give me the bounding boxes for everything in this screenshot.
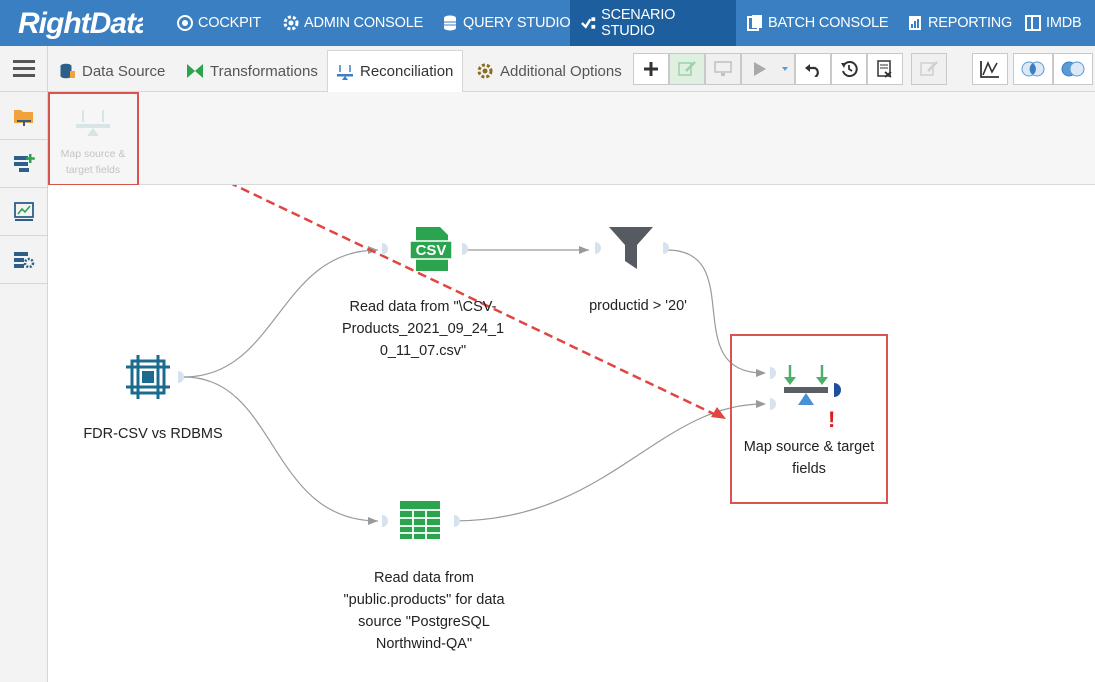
edit-icon: [678, 61, 696, 76]
filter-icon[interactable]: [589, 225, 675, 273]
nav-scenario-studio[interactable]: SCENARIO STUDIO: [570, 0, 736, 46]
component-palette: Map source & target fields: [48, 92, 1095, 185]
node-label-postgres-line: "public.products" for data: [343, 592, 505, 608]
menu-toggle-button[interactable]: [0, 46, 48, 92]
sidebar-open-button[interactable]: [0, 92, 47, 140]
report-icon: [877, 60, 892, 78]
monitor-button[interactable]: [705, 53, 741, 85]
tab-data-source[interactable]: Data Source: [50, 50, 173, 92]
add-table-icon: [13, 153, 35, 172]
left-sidebar: [0, 92, 48, 682]
tab-additional-options-label: Additional Options: [500, 62, 622, 80]
node-label-csv-line: Products_2021_09_24_1: [341, 321, 505, 337]
table-settings-icon: [13, 251, 34, 268]
database-icon: [444, 15, 456, 31]
database-icon: [60, 63, 75, 79]
nav-imdb-label: IMDB: [1046, 15, 1082, 31]
warning-icon: !: [828, 407, 836, 432]
node-label-map-fields: Map source & target fields: [730, 436, 888, 480]
undo-icon: [805, 64, 819, 77]
report-icon: [909, 16, 921, 30]
node-label-postgres-line: Read data from: [374, 570, 474, 586]
play-icon: [754, 62, 788, 76]
nav-reporting-label: REPORTING: [928, 15, 1013, 31]
nav-scenario-studio-label: SCENARIO STUDIO: [601, 7, 676, 39]
add-icon: [644, 62, 658, 76]
add-button[interactable]: [633, 53, 669, 85]
csv-badge: CSV: [416, 242, 447, 259]
flow-node-icon[interactable]: [126, 355, 190, 401]
nav-query-studio[interactable]: QUERY STUDIO: [431, 0, 580, 46]
logo-text: RightData: [18, 7, 143, 40]
scenario-icon: [581, 17, 596, 29]
venn-join-button[interactable]: [1013, 53, 1053, 85]
gear-icon: [477, 63, 493, 79]
node-label-csv: Read data from "\CSV- Products_2021_09_2…: [328, 296, 518, 362]
map-fields-node-icon[interactable]: [764, 363, 854, 433]
tab-reconciliation-label: Reconciliation: [360, 63, 454, 80]
toolbar: Data Source Transformations Reconciliati…: [0, 46, 1095, 92]
run-button[interactable]: [741, 53, 795, 85]
gear-icon: [283, 15, 299, 31]
tab-data-source-label: Data Source: [82, 62, 166, 80]
chart-button[interactable]: [972, 53, 1008, 85]
nav-reporting[interactable]: REPORTING: [896, 0, 1022, 46]
chart-icon: [13, 201, 34, 221]
node-label-fdr: FDR-CSV vs RDBMS: [83, 426, 223, 442]
folder-icon: [13, 109, 33, 126]
edit-icon: [920, 61, 938, 76]
node-label-csv-line: 0_11_07.csv": [379, 343, 467, 359]
node-label-postgres-line: Northwind-QA": [375, 636, 473, 652]
nav-cockpit-label: COCKPIT: [198, 15, 262, 31]
tab-additional-options[interactable]: Additional Options: [468, 50, 630, 92]
nav-imdb[interactable]: IMDB: [1014, 0, 1091, 46]
edit-button[interactable]: [669, 53, 705, 85]
nav-batch-console[interactable]: BATCH CONSOLE: [736, 0, 898, 46]
node-label-map-line: Map source & target: [743, 439, 875, 455]
highlight-box: [48, 92, 139, 186]
monitor-icon: [714, 61, 732, 76]
sidebar-table-settings-button[interactable]: [0, 236, 47, 284]
scale-icon: [337, 64, 353, 80]
report-button[interactable]: [867, 53, 903, 85]
nav-cockpit[interactable]: COCKPIT: [166, 0, 271, 46]
tab-transformations[interactable]: Transformations: [178, 50, 326, 92]
venn-icon: [1061, 61, 1085, 77]
nav-admin-console[interactable]: ADMIN CONSOLE: [272, 0, 433, 46]
csv-file-icon[interactable]: CSV: [378, 227, 468, 273]
venn-diff-button[interactable]: [1053, 53, 1093, 85]
venn-icon: [1021, 61, 1045, 77]
nav-query-studio-label: QUERY STUDIO: [463, 15, 571, 31]
chart-icon: [980, 60, 999, 78]
node-label-postgres: Read data from "public.products" for dat…: [318, 567, 530, 655]
sidebar-chart-button[interactable]: [0, 188, 47, 236]
table-icon[interactable]: [378, 497, 464, 545]
undo-button[interactable]: [795, 53, 831, 85]
batch-icon: [747, 15, 762, 31]
nav-admin-console-label: ADMIN CONSOLE: [304, 15, 424, 31]
sidebar-add-table-button[interactable]: [0, 140, 47, 188]
tab-reconciliation[interactable]: Reconciliation: [327, 50, 463, 92]
bowtie-icon: [187, 64, 203, 78]
top-navigation: RightData COCKPIT ADMIN CONSOLE QUERY ST…: [0, 0, 1095, 46]
app-logo[interactable]: RightData: [18, 6, 152, 47]
tab-transformations-label: Transformations: [210, 62, 318, 80]
edit-disabled-button[interactable]: [911, 53, 947, 85]
node-label-postgres-line: source "PostgreSQL: [358, 614, 490, 630]
node-label-filter: productid > '20': [589, 298, 687, 314]
history-icon: [841, 61, 858, 78]
imdb-icon: [1025, 15, 1041, 31]
cockpit-icon: [177, 15, 193, 31]
node-label-csv-line: Read data from "\CSV-: [349, 299, 497, 315]
history-button[interactable]: [831, 53, 867, 85]
node-label-map-line: fields: [792, 461, 826, 477]
nav-batch-console-label: BATCH CONSOLE: [768, 15, 889, 31]
flow-canvas[interactable]: FDR-CSV vs RDBMS CSV Read data from "\CS…: [48, 185, 1095, 682]
